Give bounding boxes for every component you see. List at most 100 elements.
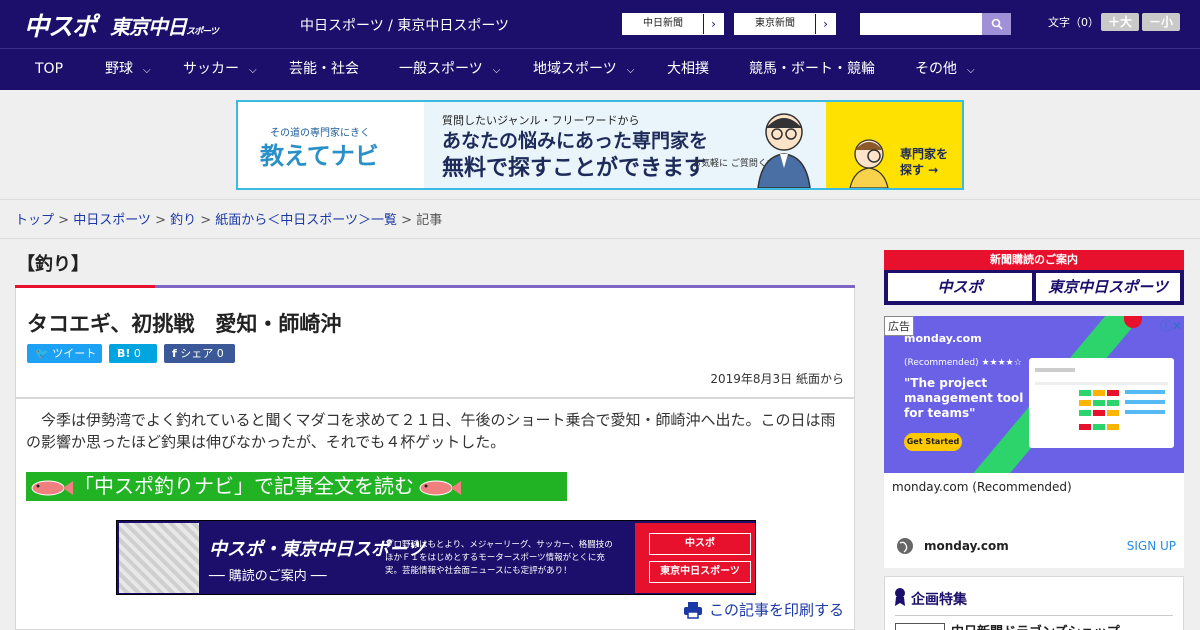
ad-signup-button[interactable]: SIGN UP (1127, 539, 1176, 553)
chunichi-shimbun-link[interactable]: 中日新聞 › (622, 13, 724, 35)
nav-label: TOP (35, 61, 64, 77)
expert-illustration-icon (757, 113, 811, 188)
nav-entertainment[interactable]: 芸能・社会 (289, 49, 359, 90)
ad-get-started-button[interactable]: Get Started (904, 433, 962, 451)
fishnavi-label: 「中スポ釣りナビ」で記事全文を読む (74, 474, 414, 498)
breadcrumb-list[interactable]: 紙面から＜中日スポーツ＞一覧 (215, 213, 397, 228)
search-button[interactable] (982, 13, 1011, 35)
newspaper-thumbnails (119, 523, 199, 593)
search-icon (991, 18, 1003, 30)
sidebar-subscription: 新聞購読のご案内 中スポ 東京中日スポーツ (884, 250, 1184, 305)
link-label: 中日新聞 (643, 18, 683, 29)
fishnavi-read-more-link[interactable]: 「中スポ釣りナビ」で記事全文を読む (26, 472, 567, 501)
subscribe-chuspo-button[interactable]: 中スポ (649, 533, 751, 555)
ad-caption: monday.com (Recommended) (892, 480, 1072, 494)
banner-cta: 専門家を 探す → (900, 147, 949, 177)
nav-top[interactable]: TOP (35, 49, 63, 90)
main-nav: TOP 野球 ⌵ サッカー ⌵ 芸能・社会 一般スポーツ ⌵ 地域スポーツ ⌵ 大相撲 … (0, 48, 1200, 90)
sidebar-chuspo-link[interactable]: 中スポ (888, 273, 1032, 301)
chevron-down-icon: ⌵ (967, 65, 975, 76)
chevron-down-icon: ⌵ (249, 65, 257, 76)
facebook-icon: f (172, 347, 177, 360)
breadcrumb-chunichi-sports[interactable]: 中日スポーツ (73, 213, 151, 228)
chevron-down-icon: ⌵ (626, 65, 635, 76)
article-category: 【釣り】 (17, 254, 89, 275)
tweet-button[interactable]: 🐦 ツイート (27, 344, 102, 363)
nav-soccer[interactable]: サッカー ⌵ (183, 49, 257, 90)
chevron-down-icon: ⌵ (143, 65, 151, 76)
banner-line2: あなたの悩みにあった専門家を (442, 130, 709, 152)
special-features-box: 企画特集 中日新聞ドラゴンズショップ (884, 576, 1184, 630)
dragons-shop-link[interactable]: 中日新聞ドラゴンズショップ (951, 621, 1120, 630)
nav-baseball[interactable]: 野球 ⌵ (105, 49, 151, 90)
nav-label: 大相撲 (667, 61, 709, 77)
article-date: 2019年8月3日 紙面から (710, 372, 844, 386)
oshiete-navi-banner[interactable]: その道の専門家にきく 教えてナビ 質問したいジャンル・フリーワードから あなたの… (236, 100, 964, 190)
ad-footer-brand: monday.com (924, 539, 1009, 553)
breadcrumb-top[interactable]: トップ (15, 213, 54, 228)
font-size-down-button[interactable]: －小 (1142, 13, 1180, 31)
nav-other[interactable]: その他 ⌵ (915, 49, 975, 90)
nav-general-sports[interactable]: 一般スポーツ ⌵ (399, 49, 500, 90)
sidebar-tokyo-link[interactable]: 東京中日スポーツ (1036, 273, 1180, 301)
banner-cta-area: 専門家を 探す → (826, 102, 962, 188)
tokyo-logo-sub: スポーツ (186, 27, 219, 37)
thinking-person-icon (849, 139, 889, 188)
ad-recommended: (Recommended) ★★★★☆ (904, 358, 1022, 368)
breadcrumb-sep: > (196, 213, 216, 228)
tokyo-logo-text: 東京中日 (110, 15, 187, 39)
banner-logo-area: その道の専門家にきく 教えてナビ (238, 102, 424, 188)
dragons-shop-thumbnail[interactable] (895, 623, 945, 630)
chevron-down-icon: ⌵ (492, 65, 501, 76)
nav-label: 野球 (105, 61, 133, 77)
nav-label: サッカー (183, 61, 239, 77)
nav-keiba[interactable]: 競馬・ボート・競輪 (749, 49, 875, 90)
font-size-up-button[interactable]: ＋大 (1101, 13, 1139, 31)
nav-label: 地域スポーツ (533, 61, 617, 77)
facebook-share-button[interactable]: f シェア 0 (164, 344, 235, 363)
ad-info-close-icon[interactable]: ⓘ✕ (1160, 317, 1182, 334)
nav-label: 芸能・社会 (289, 61, 359, 77)
subscription-buttons: 中スポ 東京中日スポーツ (635, 523, 755, 593)
ad-image: monday.com (Recommended) ★★★★☆ "The proj… (884, 316, 1184, 473)
ribbon-icon (895, 588, 905, 606)
printer-icon (683, 601, 702, 619)
hatena-button[interactable]: B! 0 (109, 344, 157, 363)
breadcrumb-sep: > (397, 213, 417, 228)
print-article-link[interactable]: この記事を印刷する (683, 599, 844, 620)
subscription-banner[interactable]: 中スポ・東京中日スポーツ ── 購読のご案内 ── プロ野球はもとより、メジャー… (116, 520, 756, 595)
ad-table-graphic (1035, 368, 1168, 430)
tokyo-shimbun-link[interactable]: 東京新聞 › (734, 13, 836, 35)
fish-icon (31, 480, 73, 495)
sidebar-ad[interactable]: monday.com (Recommended) ★★★★☆ "The proj… (884, 316, 1184, 568)
breadcrumb-sep: > (54, 213, 74, 228)
breadcrumb: トップ > 中日スポーツ > 釣り > 紙面から＜中日スポーツ＞一覧 > 記事 (0, 200, 1200, 239)
globe-icon (897, 538, 913, 554)
subscription-description: プロ野球はもとより、メジャーリーグ、サッカー、格闘技のほかＦ１をはじめとするモー… (385, 540, 613, 576)
sidebar-subscription-title: 新聞購読のご案内 (884, 250, 1184, 270)
nav-label: その他 (915, 61, 957, 77)
banner-copy-area: 質問したいジャンル・フリーワードから あなたの悩みにあった専門家を 無料で探すこ… (424, 102, 826, 188)
ad-headline: "The project management tool for teams" (904, 376, 1024, 420)
article-body: 今季は伊勢湾でよく釣れていると聞くマダコを求めて２１日、午後のショート乗合で愛知… (15, 398, 855, 630)
article-lead: 今季は伊勢湾でよく釣れていると聞くマダコを求めて２１日、午後のショート乗合で愛知… (26, 411, 836, 451)
font-size-label: 文字（0） (1048, 16, 1099, 29)
subscribe-tokyo-button[interactable]: 東京中日スポーツ (649, 561, 751, 583)
tokyo-chunichi-logo[interactable]: 東京中日スポーツ (110, 11, 219, 40)
fish-icon (419, 480, 461, 495)
nav-local-sports[interactable]: 地域スポーツ ⌵ (533, 49, 634, 90)
ad-decor-dot (1124, 316, 1142, 328)
chuspo-logo[interactable]: 中スポ (24, 7, 97, 43)
nav-label: 一般スポーツ (399, 61, 483, 77)
nav-label: 競馬・ボート・競輪 (749, 61, 875, 77)
search-input[interactable] (860, 13, 984, 35)
chevron-right-icon: › (815, 14, 835, 34)
tweet-label: ツイート (52, 347, 97, 360)
breadcrumb-fishing[interactable]: 釣り (170, 213, 196, 228)
article-header: タコエギ、初挑戦 愛知・師崎沖 🐦 ツイート B! 0 f シェア 0 2019… (15, 288, 855, 398)
chevron-right-icon: › (703, 14, 723, 34)
nav-sumo[interactable]: 大相撲 (667, 49, 709, 90)
subscription-guide: ── 購読のご案内 ── (209, 569, 327, 584)
hatena-count: 0 (133, 347, 141, 360)
print-label: この記事を印刷する (708, 601, 844, 619)
